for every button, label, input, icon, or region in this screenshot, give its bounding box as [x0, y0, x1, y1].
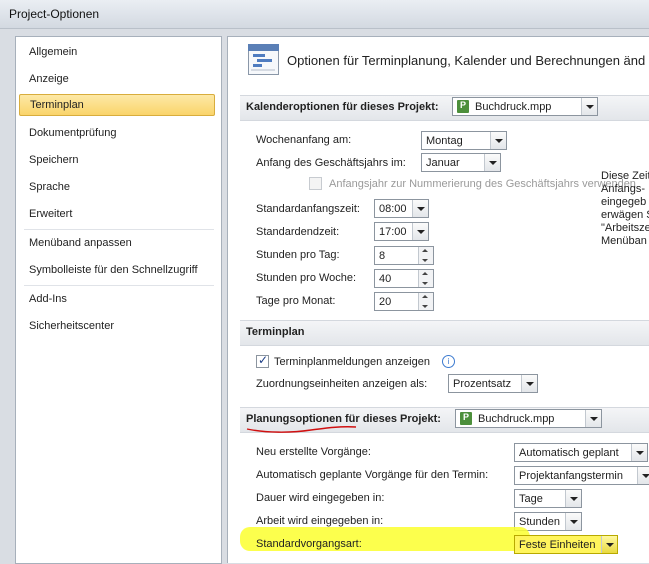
hours-per-day-spinner[interactable]: 8 [374, 246, 434, 265]
sidebar-item-label: Sicherheitscenter [29, 320, 114, 332]
chevron-down-icon [637, 467, 649, 484]
sidebar-item-schnellzugriff[interactable]: Symbolleiste für den Schnellzugriff [19, 260, 215, 282]
default-start-value: 08:00 [379, 203, 407, 215]
new-tasks-select[interactable]: Automatisch geplant [514, 443, 648, 462]
week-start-select[interactable]: Montag [421, 131, 507, 150]
auto-tasks-select[interactable]: Projektanfangstermin [514, 466, 649, 485]
sidebar-divider [24, 229, 214, 230]
default-end-select[interactable]: 17:00 [374, 222, 429, 241]
calendar-project-select[interactable]: Buchdruck.mpp [452, 97, 598, 116]
default-start-label: Standardanfangszeit: [256, 203, 360, 215]
new-tasks-label: Neu erstellte Vorgänge: [256, 446, 371, 458]
sidebar-item-sicherheitscenter[interactable]: Sicherheitscenter [19, 316, 215, 338]
show-messages-checkbox[interactable] [256, 353, 269, 368]
chevron-down-icon [521, 375, 537, 392]
chevron-down-icon [601, 536, 617, 553]
chevron-down-icon [412, 200, 428, 217]
sidebar-item-label: Dokumentprüfung [29, 127, 117, 139]
task-type-value: Feste Einheiten [519, 539, 596, 551]
sidebar-item-anzeige[interactable]: Anzeige [19, 69, 215, 91]
spinner-arrows-icon[interactable] [418, 247, 433, 264]
auto-tasks-label: Automatisch geplante Vorgänge für den Te… [256, 469, 489, 481]
week-start-value: Montag [426, 135, 463, 147]
sidebar-item-label: Allgemein [29, 46, 78, 58]
default-start-select[interactable]: 08:00 [374, 199, 429, 218]
sidebar-item-label: Menüband anpassen [29, 237, 132, 249]
window-title: Project-Optionen [9, 7, 100, 21]
chevron-down-icon [412, 223, 428, 240]
hours-per-day-value: 8 [379, 250, 386, 262]
schedule-section-title: Terminplan [246, 326, 305, 338]
schedule-options-icon [248, 44, 279, 75]
duration-select[interactable]: Tage [514, 489, 582, 508]
new-tasks-value: Automatisch geplant [519, 447, 619, 459]
sidebar-item-label: Terminplan [30, 99, 84, 111]
hours-per-day-label: Stunden pro Tag: [256, 249, 340, 261]
sidebar-item-label: Symbolleiste für den Schnellzugriff [29, 264, 198, 276]
hours-per-week-label: Stunden pro Woche: [256, 272, 357, 284]
sidebar-item-label: Add-Ins [29, 293, 67, 305]
calendar-section-title: Kalenderoptionen für dieses Projekt: [246, 101, 439, 113]
sidebar-item-terminplan[interactable]: Terminplan [19, 94, 215, 116]
assignment-units-select[interactable]: Prozentsatz [448, 374, 538, 393]
duration-label: Dauer wird eingegeben in: [256, 492, 385, 504]
sidebar-divider [24, 285, 214, 286]
page-heading: Optionen für Terminplanung, Kalender und… [287, 53, 646, 68]
sidebar-item-menueband[interactable]: Menüband anpassen [19, 233, 215, 255]
chevron-down-icon [490, 132, 506, 149]
default-end-label: Standardendzeit: [256, 226, 340, 238]
sidebar-item-speichern[interactable]: Speichern [19, 150, 215, 172]
chevron-down-icon [631, 444, 647, 461]
chevron-down-icon [581, 98, 597, 115]
hours-per-week-value: 40 [379, 273, 392, 285]
calendar-note-text: Diese Zeit Anfangs- eingegeb erwägen S "… [601, 170, 649, 247]
planning-project-value: Buchdruck.mpp [478, 413, 555, 425]
planning-project-select[interactable]: Buchdruck.mpp [455, 409, 602, 428]
work-label: Arbeit wird eingegeben in: [256, 515, 384, 527]
fiscal-numbering-checkbox[interactable] [309, 177, 322, 190]
sidebar-item-erweitert[interactable]: Erweitert [19, 204, 215, 226]
week-start-label: Wochenanfang am: [256, 134, 352, 146]
assignment-units-value: Prozentsatz [453, 378, 512, 390]
chevron-down-icon [484, 154, 500, 171]
work-value: Stunden [519, 516, 560, 528]
chevron-down-icon [585, 410, 601, 427]
fiscal-numbering-label: Anfangsjahr zur Nummerierung des Geschäf… [329, 178, 636, 190]
days-per-month-label: Tage pro Monat: [256, 295, 336, 307]
chevron-down-icon [565, 490, 581, 507]
options-sidebar: Allgemein Anzeige Terminplan Dokumentprü… [15, 36, 222, 564]
task-type-label: Standardvorgangsart: [256, 538, 362, 550]
spinner-arrows-icon[interactable] [418, 270, 433, 287]
show-messages-label: Terminplanmeldungen anzeigen [274, 356, 430, 368]
title-bar: Project-Optionen [0, 0, 649, 29]
schedule-section-header: Terminplan [240, 320, 649, 346]
sidebar-item-dokumentpruefung[interactable]: Dokumentprüfung [19, 123, 215, 145]
auto-tasks-value: Projektanfangstermin [519, 470, 623, 482]
sidebar-item-label: Anzeige [29, 73, 69, 85]
sidebar-item-label: Erweitert [29, 208, 73, 220]
project-file-icon [460, 412, 472, 425]
default-end-value: 17:00 [379, 226, 407, 238]
sidebar-item-label: Speichern [29, 154, 79, 166]
fiscal-year-select[interactable]: Januar [421, 153, 501, 172]
chevron-down-icon [565, 513, 581, 530]
sidebar-item-sprache[interactable]: Sprache [19, 177, 215, 199]
fiscal-year-value: Januar [426, 157, 460, 169]
sidebar-item-addins[interactable]: Add-Ins [19, 289, 215, 311]
spinner-arrows-icon[interactable] [418, 293, 433, 310]
days-per-month-value: 20 [379, 296, 392, 308]
days-per-month-spinner[interactable]: 20 [374, 292, 434, 311]
info-icon[interactable]: i [442, 355, 455, 368]
fiscal-year-label: Anfang des Geschäftsjahrs im: [256, 157, 406, 169]
calendar-project-value: Buchdruck.mpp [475, 101, 552, 113]
red-underline-annotation [246, 426, 357, 433]
hours-per-week-spinner[interactable]: 40 [374, 269, 434, 288]
task-type-select[interactable]: Feste Einheiten [514, 535, 618, 554]
sidebar-item-label: Sprache [29, 181, 70, 193]
duration-value: Tage [519, 493, 543, 505]
project-file-icon [457, 100, 469, 113]
options-content: Optionen für Terminplanung, Kalender und… [227, 36, 649, 563]
sidebar-item-allgemein[interactable]: Allgemein [19, 42, 215, 64]
assignment-units-label: Zuordnungseinheiten anzeigen als: [256, 378, 428, 390]
